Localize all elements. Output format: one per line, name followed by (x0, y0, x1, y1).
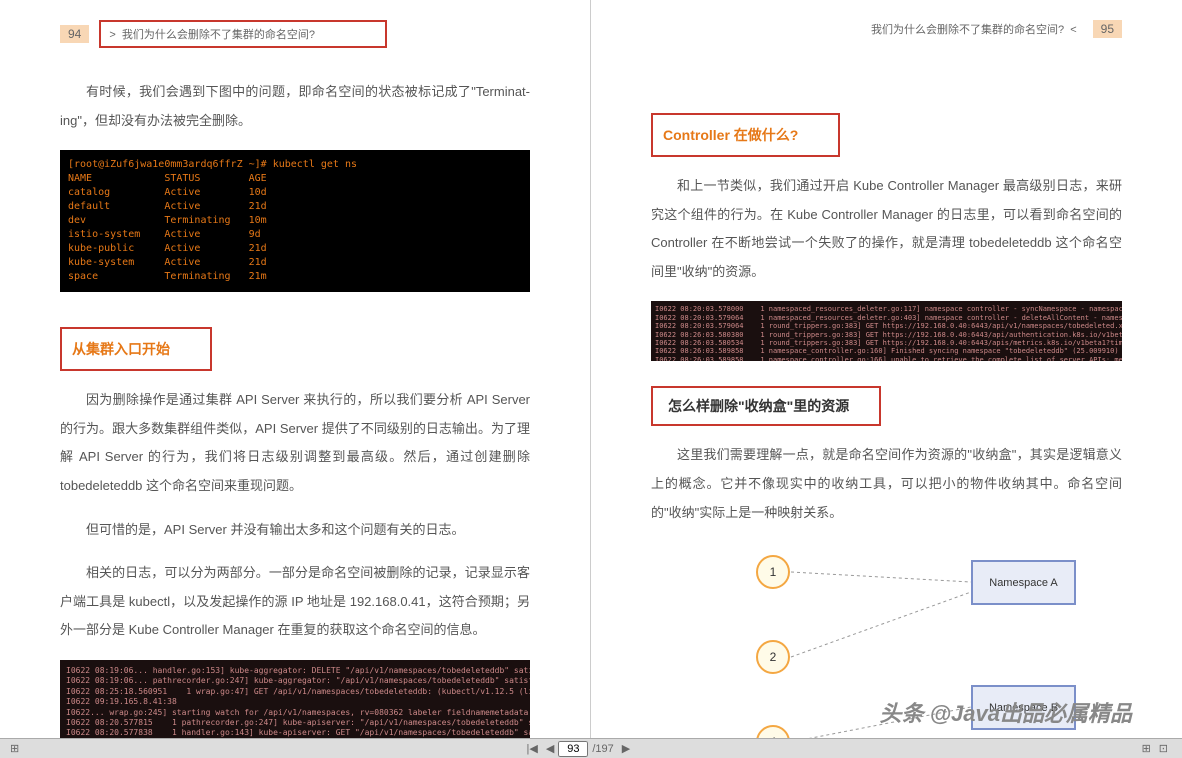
nav-prev-icon[interactable]: ◀ (546, 742, 554, 755)
diagram-node: 2 (756, 640, 790, 674)
paragraph: 但可惜的是，API Server 并没有输出太多和这个问题有关的日志。 (60, 516, 530, 545)
section-heading: Controller 在做什么? (651, 113, 840, 157)
section-heading: 怎么样删除"收纳盒"里的资源 (651, 386, 881, 426)
breadcrumb: 我们为什么会删除不了集群的命名空间? < (871, 21, 1077, 37)
page-header-left: 94 > 我们为什么会删除不了集群的命名空间? (60, 20, 530, 48)
nav-first-icon[interactable]: |◀ (527, 742, 538, 755)
paragraph: 相关的日志，可以分为两部分。一部分是命名空间被删除的记录，记录显示客户端工具是 … (60, 559, 530, 645)
page-number: 94 (60, 25, 89, 43)
page-header-right: 我们为什么会删除不了集群的命名空间? < 95 (651, 20, 1122, 38)
section-heading: 从集群入口开始 (60, 327, 212, 371)
diagram-node: 4 (756, 725, 790, 738)
document-viewer: 94 > 我们为什么会删除不了集群的命名空间? 有时候，我们会遇到下图中的问题，… (0, 0, 1182, 738)
page-number: 95 (1093, 20, 1122, 38)
paragraph: 因为删除操作是通过集群 API Server 来执行的，所以我们要分析 API … (60, 386, 530, 500)
diagram-node: 1 (756, 555, 790, 589)
first-page-icon[interactable]: ⊞ (10, 742, 19, 755)
watermark: 头条 @Java出品必属精品 (879, 696, 1132, 728)
terminal-output-3: I0622 08:20:03.578000 1 namespaced_resou… (651, 301, 1122, 361)
terminal-output-2: I0622 08:19:06... handler.go:153] kube-a… (60, 660, 530, 738)
view-mode-icon[interactable]: ⊞ (1142, 742, 1151, 755)
diagram-box: Namespace A (971, 560, 1076, 605)
page-left: 94 > 我们为什么会删除不了集群的命名空间? 有时候，我们会遇到下图中的问题，… (0, 0, 591, 738)
status-bar: ⊞ |◀ ◀ /197 ▶ ⊞ ⊡ (0, 738, 1182, 758)
paragraph: 有时候，我们会遇到下图中的问题，即命名空间的状态被标记成了"Terminat-i… (60, 78, 530, 135)
zoom-icon[interactable]: ⊡ (1159, 742, 1168, 755)
page-input[interactable] (558, 741, 588, 757)
paragraph: 这里我们需要理解一点，就是命名空间作为资源的"收纳盒"，其实是逻辑意义上的概念。… (651, 441, 1122, 527)
page-total: /197 (592, 743, 613, 755)
paragraph: 和上一节类似，我们通过开启 Kube Controller Manager 最高… (651, 172, 1122, 286)
nav-next-icon[interactable]: ▶ (622, 742, 630, 755)
terminal-output-1: [root@iZuf6jwa1e0mm3ardq6ffrZ ~]# kubect… (60, 150, 530, 292)
page-right: 我们为什么会删除不了集群的命名空间? < 95 Controller 在做什么?… (591, 0, 1182, 738)
breadcrumb: > 我们为什么会删除不了集群的命名空间? (99, 20, 387, 48)
